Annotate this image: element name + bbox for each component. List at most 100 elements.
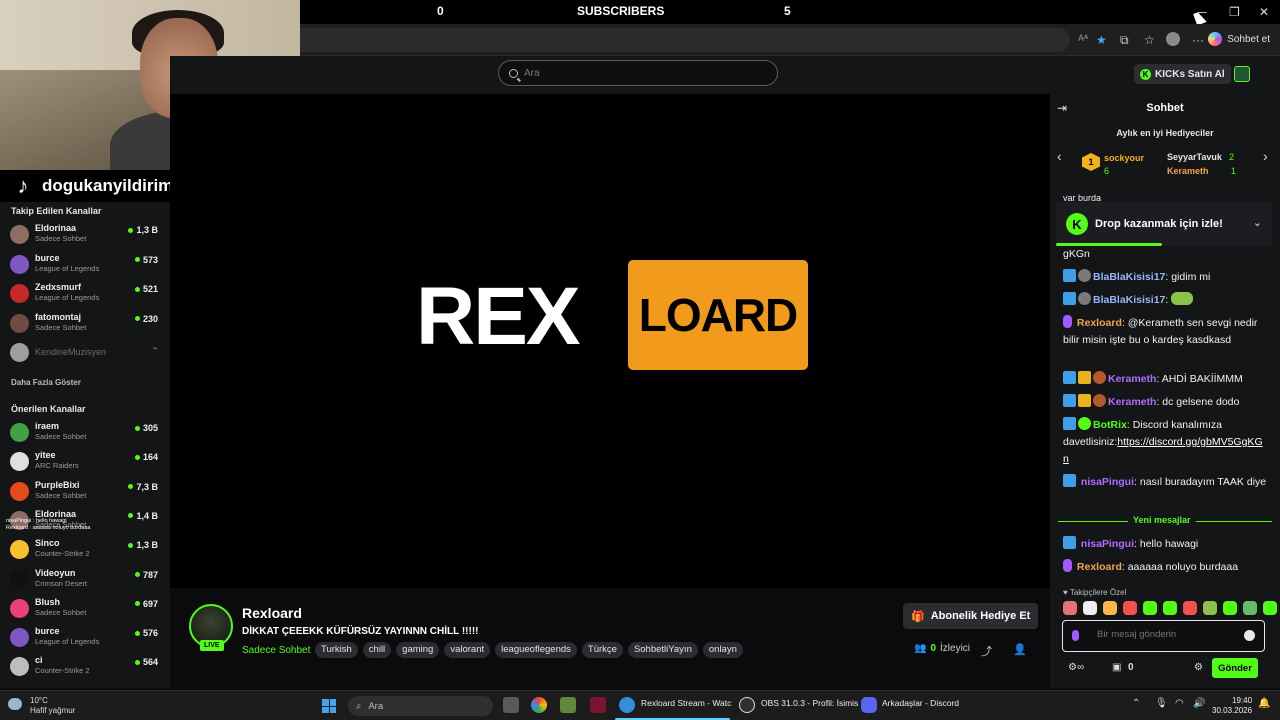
task-view-icon[interactable] (503, 697, 519, 713)
app-icon[interactable] (560, 697, 576, 713)
close-button[interactable]: ✕ (1259, 5, 1269, 19)
gifter-name[interactable]: Kerameth (1167, 166, 1209, 176)
emote-icon[interactable] (1083, 601, 1097, 615)
sidebar-channel[interactable]: Eldorinaa Sadece Sohbet 1,3 B (10, 222, 162, 248)
chat-username[interactable]: nisaPingui (1081, 476, 1134, 488)
chat-username[interactable]: BlaBlaKisisi17 (1093, 271, 1165, 283)
chat-username[interactable]: Rexloard (1077, 317, 1122, 329)
emote-icon[interactable] (1143, 601, 1157, 615)
mic-icon[interactable] (1072, 630, 1079, 641)
taskbar-task-discord[interactable]: Arkadaşlar - Discord (882, 698, 959, 708)
stream-tag[interactable]: Türkçe (581, 642, 623, 658)
user-avatar[interactable] (1234, 66, 1250, 82)
kicks-icon[interactable]: ▣ (1112, 662, 1121, 673)
chevron-down-icon[interactable]: ⌄ (1253, 216, 1262, 229)
chat-username[interactable]: BlaBlaKisisi17 (1093, 294, 1165, 306)
taskbar-search[interactable]: ⌕ Ara (348, 696, 493, 716)
chat-username[interactable]: BotRix (1093, 419, 1127, 431)
weather-widget[interactable]: 10°C Hafif yağmur (30, 696, 75, 716)
chat-input[interactable] (1097, 629, 1237, 640)
buy-kicks-button[interactable]: K KICKs Satın Al (1134, 64, 1231, 84)
clock[interactable]: 19:40 30.03.2026 (1212, 696, 1252, 716)
emote-icon[interactable] (1103, 601, 1117, 615)
live-dot-icon (134, 572, 140, 577)
edge-icon[interactable] (619, 697, 635, 713)
sidebar-channel[interactable]: burce League of Legends 573 (10, 252, 162, 278)
taskbar-task-obs[interactable]: OBS 31.0.3 - Profil: İsimis (761, 698, 858, 708)
stream-tag[interactable]: gaming (396, 642, 440, 658)
wifi-icon[interactable]: ◠ (1175, 698, 1184, 709)
favorites-icon[interactable]: ☆ (1144, 33, 1155, 47)
gifter-name[interactable]: SeyyarTavuk (1167, 152, 1222, 162)
tiktok-icon: ♪ (17, 173, 29, 198)
search-box[interactable] (498, 60, 778, 86)
sidebar-channel[interactable]: yitee ARC Raiders 164 (10, 449, 162, 475)
emote-icon[interactable] (1163, 601, 1177, 615)
profile-avatar[interactable] (1166, 32, 1180, 46)
gift-subscription-button[interactable]: 🎁 Abonelik Hediye Et (903, 603, 1039, 629)
stream-tag[interactable]: leagueoflegends (495, 642, 577, 658)
search-input[interactable] (524, 67, 744, 79)
stream-tag[interactable]: valorant (444, 642, 491, 658)
more-menu-icon[interactable]: ··· (1192, 33, 1204, 47)
chat-input-box[interactable] (1062, 620, 1265, 652)
chrome-icon[interactable] (531, 697, 547, 713)
stream-tag[interactable]: SohbetliYayın (627, 642, 698, 658)
notification-icon[interactable]: 🔔 (1258, 698, 1270, 709)
obs-icon[interactable] (739, 697, 755, 713)
sidebar-channel[interactable]: Sinco Counter-Strike 2 1,3 B (10, 537, 162, 563)
chat-tools-icon[interactable]: ⚙∞ (1068, 662, 1084, 673)
sidebar-channel[interactable]: iraem Sadece Sohbet 305 (10, 420, 162, 446)
channel-category: Crimson Desert (35, 578, 88, 588)
streamer-name[interactable]: Rexloard (242, 605, 302, 621)
discord-icon[interactable] (861, 697, 877, 713)
sidebar-channel[interactable]: ci Counter-Strike 2 564 (10, 654, 162, 680)
copilot-button[interactable]: Sohbet et (1208, 32, 1270, 46)
chat-username[interactable]: Rexloard (1077, 561, 1122, 573)
sidebar-channel[interactable]: Blush Sadece Sohbet 697 (10, 596, 162, 622)
gifters-next-icon[interactable]: › (1263, 148, 1268, 164)
drop-banner-text: Drop kazanmak için izle! (1095, 218, 1223, 230)
send-button[interactable]: Gönder (1212, 658, 1258, 678)
stream-tag[interactable]: onlayn (702, 642, 743, 658)
drop-banner[interactable]: K Drop kazanmak için izle! ⌄ (1056, 202, 1272, 246)
taskbar-task-edge[interactable]: Rexloard Stream - Watc (641, 698, 731, 708)
sidebar-channel[interactable]: burce League of Legends 576 (10, 625, 162, 651)
sidebar-channel[interactable]: Videoyun Crimson Desert 787 (10, 567, 162, 593)
stream-tag[interactable]: Turkish (315, 642, 358, 658)
stream-category[interactable]: Sadece Sohbet (242, 645, 310, 656)
emote-icon[interactable] (1123, 601, 1137, 615)
extensions-icon[interactable]: ⧉ (1120, 33, 1129, 48)
stream-tag[interactable]: chill (362, 642, 392, 658)
emote-icon[interactable] (1203, 601, 1217, 615)
app-icon[interactable] (590, 697, 606, 713)
tray-chevron-icon[interactable]: ⌃ (1132, 698, 1140, 709)
read-aloud-icon[interactable]: Aᴬ (1078, 33, 1088, 43)
sidebar-channel[interactable]: fatomontaj Sadece Sohbet 230 (10, 311, 162, 337)
favorite-star-icon[interactable]: ★ (1096, 33, 1107, 47)
emote-icon[interactable] (1263, 601, 1277, 615)
sidebar-channel[interactable]: KendineMuzisyen ⌁ (10, 340, 162, 366)
emoji-icon[interactable] (1244, 630, 1255, 641)
show-more-link[interactable]: Daha Fazla Göster (11, 378, 81, 387)
gifter-name[interactable]: sockyour (1104, 153, 1144, 163)
emote-icon[interactable] (1063, 601, 1077, 615)
maximize-button[interactable]: ❐ (1229, 5, 1240, 19)
video-player[interactable]: REX LOARD (170, 94, 1050, 588)
share-icon[interactable]: ⤴ (981, 643, 992, 659)
start-button[interactable] (322, 699, 336, 713)
address-bar[interactable] (300, 28, 1070, 52)
chat-username[interactable]: nisaPingui (1081, 538, 1134, 550)
chat-username[interactable]: Kerameth (1108, 396, 1156, 408)
gifters-prev-icon[interactable]: ‹ (1057, 148, 1062, 164)
microphone-icon[interactable]: 🎙 (1155, 698, 1168, 709)
emote-icon[interactable] (1183, 601, 1197, 615)
chat-username[interactable]: Kerameth (1108, 373, 1156, 385)
sidebar-channel[interactable]: PurpleBixi Sadece Sohbet 7,3 B (10, 479, 162, 505)
follow-icon[interactable]: 👤 (1013, 643, 1027, 656)
volume-icon[interactable]: 🔊 (1193, 698, 1205, 709)
emote-icon[interactable] (1223, 601, 1237, 615)
emote-icon[interactable] (1243, 601, 1257, 615)
chat-settings-icon[interactable]: ⚙ (1194, 662, 1203, 673)
sidebar-channel[interactable]: Zedxsmurf League of Legends 521 (10, 281, 162, 307)
